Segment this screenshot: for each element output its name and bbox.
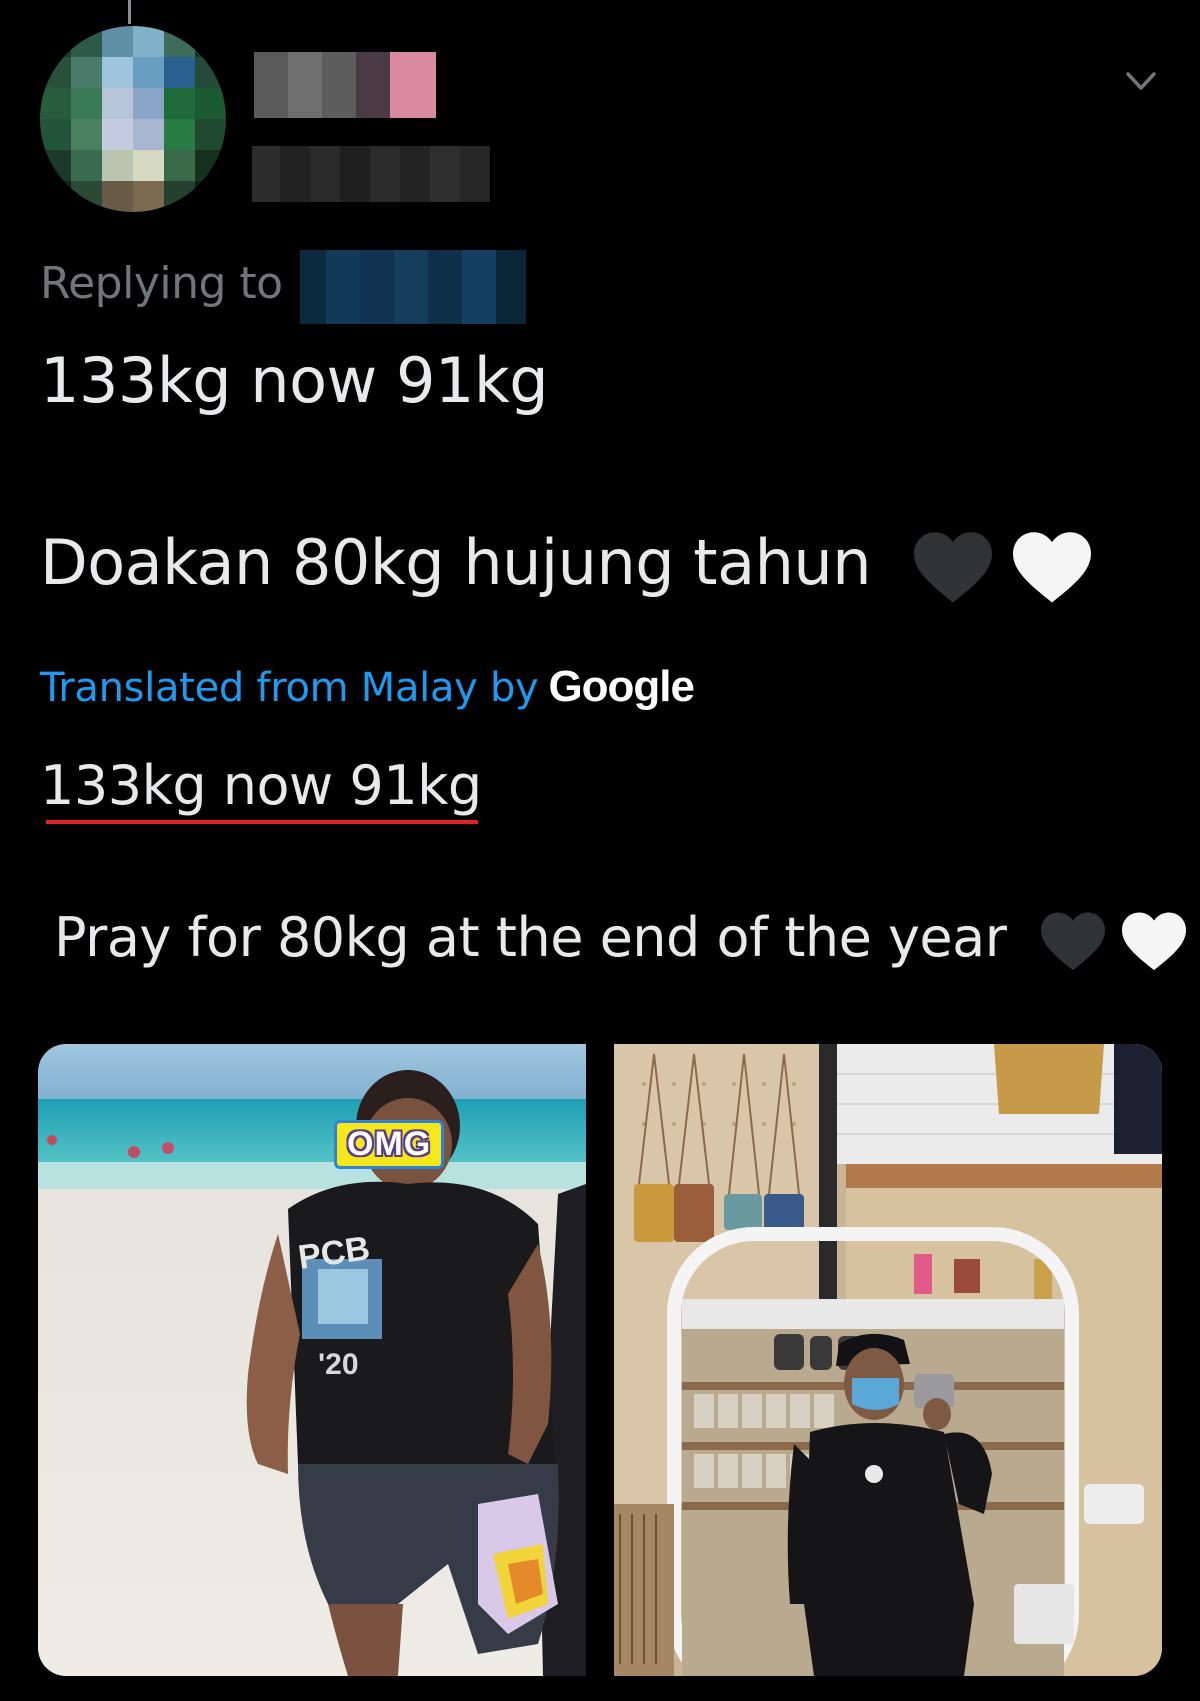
translated-from-label[interactable]: Translated from Malay by — [40, 665, 539, 711]
replying-to-handle-censored[interactable] — [300, 250, 526, 324]
tweet-text-line-2-text: Doakan 80kg hujung tahun — [40, 526, 872, 599]
author-handle-censored — [252, 146, 490, 202]
chevron-down-icon[interactable] — [1124, 64, 1158, 98]
svg-text:'20: '20 — [318, 1348, 359, 1381]
black-heart-icon — [1041, 912, 1106, 971]
media-photo-after[interactable] — [614, 1044, 1162, 1676]
red-underline-annotation — [46, 820, 478, 824]
translated-text-line-1: 133kg now 91kg — [40, 754, 482, 817]
google-logo: Google — [548, 662, 695, 711]
author-name-censored[interactable] — [254, 52, 436, 118]
translation-attribution[interactable]: Translated from Malay by Google — [40, 662, 695, 712]
replying-to-label: Replying to — [40, 258, 283, 309]
tweet-text-line-2: Doakan 80kg hujung tahun — [40, 526, 1095, 606]
translated-text-line-2-text: Pray for 80kg at the end of the year — [54, 906, 1007, 969]
white-heart-icon — [1013, 532, 1092, 603]
white-heart-icon — [1121, 912, 1186, 971]
store-selfie-illustration — [614, 1044, 1162, 1676]
black-heart-icon — [914, 532, 993, 603]
tweet-text-line-1: 133kg now 91kg — [40, 344, 549, 417]
avatar[interactable] — [40, 26, 226, 212]
media-photo-before[interactable]: PCB '20 OMG — [38, 1044, 586, 1676]
beach-photo-illustration: PCB '20 — [38, 1044, 586, 1676]
translated-text-line-2: Pray for 80kg at the end of the year — [54, 906, 1190, 973]
omg-sticker: OMG — [334, 1120, 445, 1169]
thread-connector-line — [128, 0, 131, 24]
